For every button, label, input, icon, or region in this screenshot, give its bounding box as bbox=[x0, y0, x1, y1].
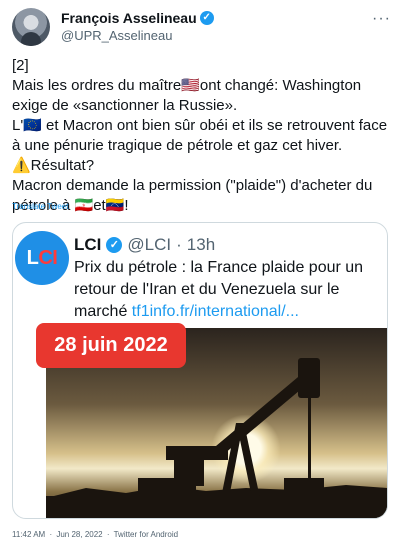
translate-tweet-link[interactable]: Translate Tweet bbox=[12, 202, 68, 211]
tweet-header: François Asselineau ✓ @UPR_Asselineau ··… bbox=[12, 8, 391, 48]
tweet-source[interactable]: Twitter for Android bbox=[114, 530, 178, 539]
quoted-tweet-text: Prix du pétrole : la France plaide pour … bbox=[74, 257, 380, 323]
quoted-verified-icon: ✓ bbox=[106, 237, 123, 253]
quoted-display-name[interactable]: LCI bbox=[74, 235, 101, 255]
meta-separator-1: · bbox=[49, 530, 53, 539]
quoted-handle[interactable]: @LCI bbox=[127, 235, 171, 255]
author-handle[interactable]: @UPR_Asselineau bbox=[61, 28, 172, 43]
date-badge: 28 juin 2022 bbox=[36, 323, 186, 368]
more-options-icon[interactable]: ··· bbox=[372, 10, 391, 28]
avatar[interactable] bbox=[12, 8, 50, 46]
meta-separator-2: · bbox=[106, 530, 110, 539]
tweet-time[interactable]: 11:42 AM bbox=[12, 530, 45, 539]
author-name-row[interactable]: François Asselineau ✓ bbox=[61, 10, 214, 26]
verified-icon: ✓ bbox=[199, 11, 214, 25]
lci-logo-letters-ci: CI bbox=[38, 246, 58, 269]
lci-logo-avatar[interactable]: L CI bbox=[15, 231, 69, 285]
author-display-name[interactable]: François Asselineau bbox=[61, 10, 197, 26]
quoted-time[interactable]: 13h bbox=[187, 235, 215, 255]
quoted-tweet-card[interactable]: L CI LCI ✓ @LCI · 13h Prix du pétrole : l… bbox=[12, 222, 388, 519]
tweet-text: [2] Mais les ordres du maître🇺🇸ont chang… bbox=[12, 57, 388, 214]
lci-logo-letter-l: L bbox=[26, 246, 39, 269]
tweet-date[interactable]: Jun 28, 2022 bbox=[56, 530, 102, 539]
quoted-author-row: LCI ✓ @LCI · 13h bbox=[74, 235, 215, 255]
quoted-separator: · bbox=[176, 235, 182, 254]
quoted-link[interactable]: tf1info.fr/international/... bbox=[132, 303, 299, 320]
tweet-meta: 11:42 AM · Jun 28, 2022 · Twitter for An… bbox=[12, 530, 180, 539]
